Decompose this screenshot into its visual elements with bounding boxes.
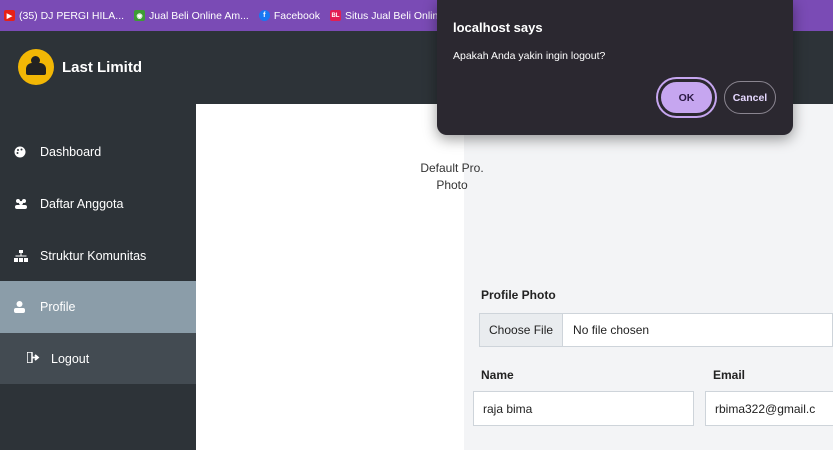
bukalapak-icon: BL <box>329 10 341 21</box>
facebook-icon: f <box>258 10 270 21</box>
profile-photo: Default Pro. Photo <box>414 160 490 194</box>
bookmark-shop[interactable]: ◉ Jual Beli Online Am... <box>134 10 249 22</box>
photo-alt-text: Default Pro. <box>420 161 484 175</box>
email-label: Email <box>713 368 746 382</box>
sidebar-item-daftar-anggota[interactable]: Daftar Anggota <box>0 178 196 230</box>
youtube-icon: ▶ <box>4 10 15 21</box>
bookmark-facebook[interactable]: f Facebook <box>258 9 320 22</box>
sidebar-item-label: Logout <box>51 351 90 366</box>
name-label: Name <box>481 368 514 382</box>
sidebar-item-label: Daftar Anggota <box>40 197 124 211</box>
bookmark-label: Situs Jual Beli Onlin... <box>344 9 448 22</box>
user-icon <box>0 301 28 313</box>
file-status: No file chosen <box>573 323 650 337</box>
sidebar-item-label: Struktur Komunitas <box>40 249 147 263</box>
sidebar-item-dashboard[interactable]: Dashboard <box>0 126 196 178</box>
bookmark-label: (35) DJ PERGI HILA... <box>19 9 125 22</box>
brand-name: Last Limitd <box>62 58 143 76</box>
choose-file-button[interactable]: Choose File <box>480 314 564 346</box>
sidebar-item-label: Dashboard <box>40 145 102 159</box>
bookmark-label: Jual Beli Online Am... <box>149 9 249 22</box>
cancel-button[interactable]: Cancel <box>724 81 776 114</box>
brand[interactable]: Last Limitd <box>18 49 142 85</box>
sign-out-icon <box>0 350 40 366</box>
logo-icon <box>18 49 54 85</box>
sidebar-item-logout[interactable]: Logout <box>0 333 204 384</box>
bookmark-bukalapak[interactable]: BL Situs Jual Beli Onlin... <box>329 9 448 22</box>
profile-photo-label: Profile Photo <box>481 288 556 302</box>
ok-button[interactable]: OK <box>658 79 715 116</box>
email-field[interactable]: rbima322@gmail.c <box>705 391 833 426</box>
dialog-message: Apakah Anda yakin ingin logout? <box>453 50 606 62</box>
confirm-dialog: localhost says Apakah Anda yakin ingin l… <box>437 0 793 135</box>
users-icon <box>0 198 28 210</box>
sidebar-item-label: Profile <box>40 300 76 314</box>
palette-icon <box>0 146 28 158</box>
bookmark-youtube[interactable]: ▶ (35) DJ PERGI HILA... <box>4 10 124 22</box>
name-field[interactable]: raja bima <box>473 391 694 426</box>
bookmark-label: Facebook <box>273 9 320 22</box>
sitemap-icon <box>0 250 28 262</box>
main-content: Default Pro. Photo Profile Photo Choose … <box>196 104 833 450</box>
sidebar-item-profile[interactable]: Profile <box>0 281 196 333</box>
dialog-title: localhost says <box>453 20 543 35</box>
shop-icon: ◉ <box>134 10 146 21</box>
sidebar: Dashboard Daftar Anggota Struktur Komuni… <box>0 104 204 450</box>
sidebar-item-struktur-komunitas[interactable]: Struktur Komunitas <box>0 230 196 282</box>
photo-alt-text: Photo <box>436 178 468 192</box>
profile-photo-file-input[interactable]: Choose File No file chosen <box>479 313 833 347</box>
